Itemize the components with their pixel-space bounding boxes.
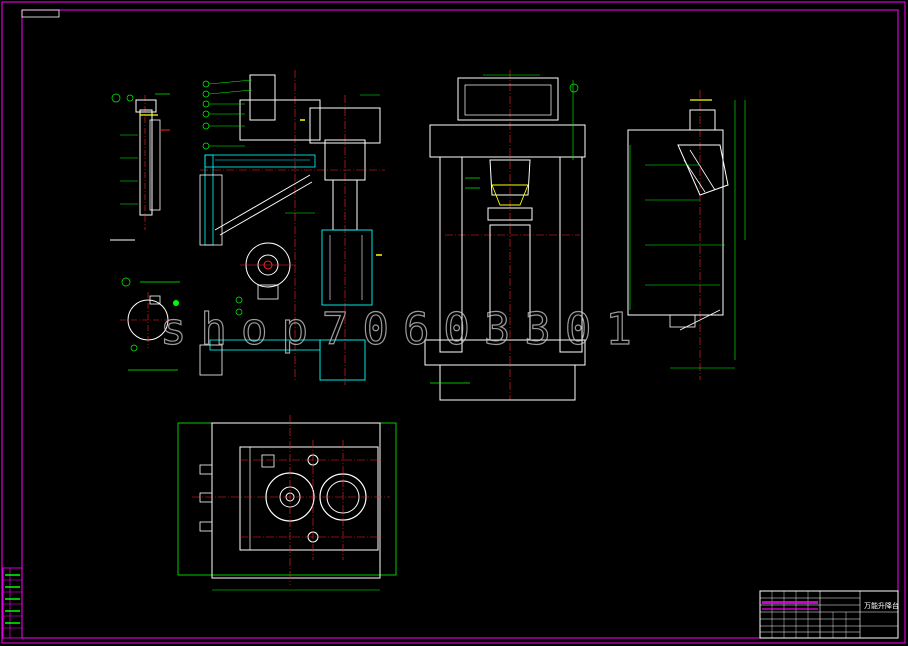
plan-view xyxy=(177,415,397,591)
revision-block xyxy=(2,567,23,639)
drawing-number-box xyxy=(21,9,60,18)
watermark: shop70603301 xyxy=(159,304,646,355)
title-block xyxy=(759,590,899,639)
detail-view-side xyxy=(110,93,170,241)
drawing-title: 万能升降台 xyxy=(864,602,899,610)
